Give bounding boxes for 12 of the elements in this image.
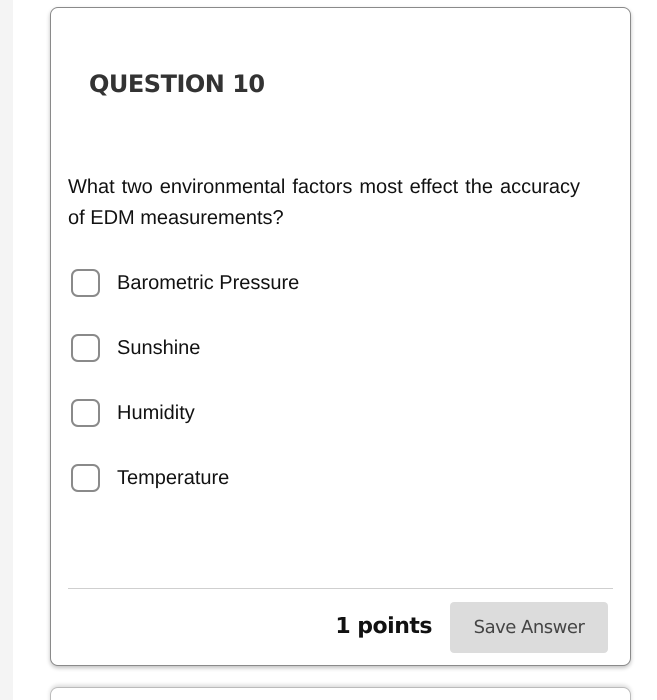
option-label: Barometric Pressure bbox=[117, 271, 300, 296]
option-label: Temperature bbox=[117, 466, 230, 491]
checkbox[interactable] bbox=[71, 269, 100, 297]
question-text: What two environmental factors most effect the accuracy of EDM measurements? bbox=[68, 175, 580, 231]
checkbox[interactable] bbox=[71, 334, 100, 362]
points-label: 1 points bbox=[335, 613, 432, 641]
option-label: Sunshine bbox=[117, 336, 200, 361]
question-title: QUESTION 10 bbox=[89, 69, 265, 100]
save-answer-button[interactable]: Save Answer bbox=[450, 602, 608, 653]
option-label: Humidity bbox=[117, 401, 195, 426]
checkbox[interactable] bbox=[71, 399, 100, 427]
checkbox[interactable] bbox=[71, 464, 100, 492]
